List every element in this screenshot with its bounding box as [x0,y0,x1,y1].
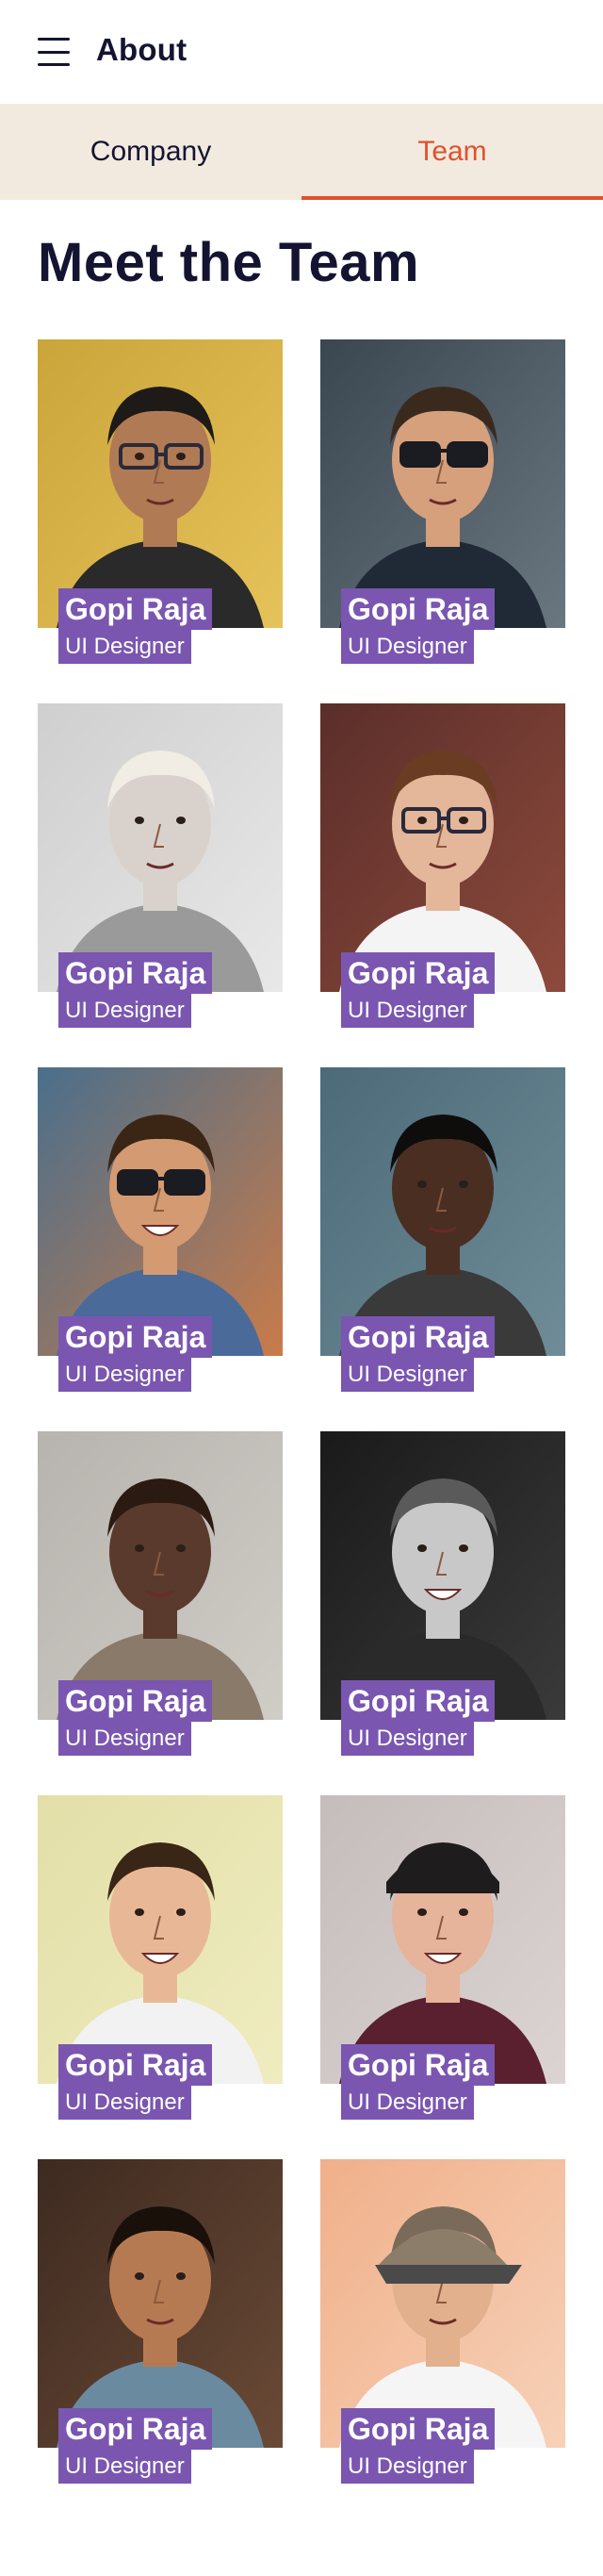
member-role: UI Designer [58,994,191,1028]
member-name: Gopi Raja [341,1316,496,1358]
man-in-cap-photo [320,2159,565,2448]
team-member-card[interactable]: Gopi Raja UI Designer [320,703,565,1033]
blonde-woman-bw-photo [38,703,283,992]
member-name: Gopi Raja [341,2408,496,2450]
member-name: Gopi Raja [58,588,213,630]
tab-team[interactable]: Team [302,104,603,200]
hamburger-menu-icon[interactable] [38,38,70,66]
team-member-card[interactable]: Gopi Raja UI Designer [38,339,283,669]
team-member-card[interactable]: Gopi Raja UI Designer [38,2159,283,2489]
member-role: UI Designer [341,630,474,664]
team-member-card[interactable]: Gopi Raja UI Designer [320,1431,565,1761]
member-role: UI Designer [341,1358,474,1392]
tab-bar: Company Team [0,104,603,200]
woman-in-beanie-photo [320,1795,565,2084]
man-with-sunglasses-in-car-photo [320,339,565,628]
member-name: Gopi Raja [58,1680,213,1722]
member-role: UI Designer [58,1722,191,1756]
team-member-card[interactable]: Gopi Raja UI Designer [38,1431,283,1761]
member-name: Gopi Raja [58,2044,213,2086]
team-member-card[interactable]: Gopi Raja UI Designer [38,1067,283,1397]
woman-looking-up-photo [38,1431,283,1720]
member-name: Gopi Raja [341,952,496,994]
laughing-man-sunglasses-photo [38,1067,283,1356]
team-member-card[interactable]: Gopi Raja UI Designer [320,1067,565,1397]
member-name: Gopi Raja [341,1680,496,1722]
tab-company[interactable]: Company [0,104,302,200]
team-member-card[interactable]: Gopi Raja UI Designer [320,2159,565,2489]
member-name: Gopi Raja [341,588,496,630]
section-title: Meet the Team [38,232,420,293]
member-role: UI Designer [58,2450,191,2484]
member-role: UI Designer [341,1722,474,1756]
smiling-young-man-bw-photo [320,1431,565,1720]
member-name: Gopi Raja [58,1316,213,1358]
member-role: UI Designer [341,2086,474,2120]
team-member-card[interactable]: Gopi Raja UI Designer [320,339,565,669]
member-name: Gopi Raja [58,2408,213,2450]
member-name: Gopi Raja [58,952,213,994]
woman-on-phone-photo [38,2159,283,2448]
team-member-card[interactable]: Gopi Raja UI Designer [38,1795,283,2125]
man-with-curly-hair-photo [320,1067,565,1356]
app-bar: About [0,0,603,104]
man-with-glasses-photo [38,339,283,628]
member-role: UI Designer [58,630,191,664]
laughing-man-yellow-background-photo [38,1795,283,2084]
page-title: About [96,32,187,67]
member-role: UI Designer [341,2450,474,2484]
member-role: UI Designer [341,994,474,1028]
member-name: Gopi Raja [341,2044,496,2086]
team-member-card[interactable]: Gopi Raja UI Designer [38,703,283,1033]
man-with-glasses-brick-wall-photo [320,703,565,992]
team-member-card[interactable]: Gopi Raja UI Designer [320,1795,565,2125]
member-role: UI Designer [58,1358,191,1392]
member-role: UI Designer [58,2086,191,2120]
